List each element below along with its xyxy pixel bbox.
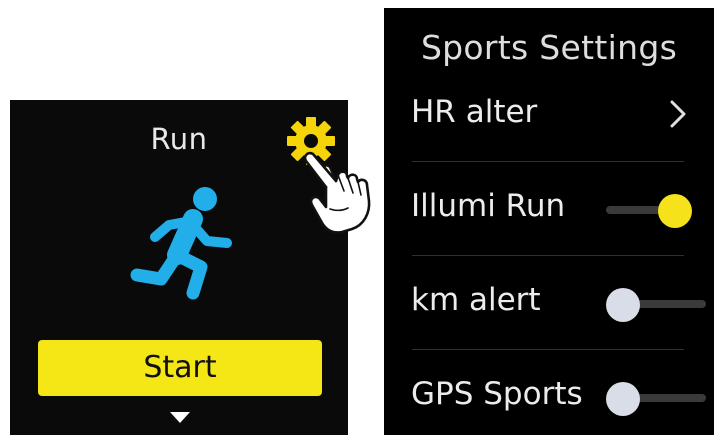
setting-label-gps-sports: GPS Sports [411, 376, 583, 412]
row-divider [412, 255, 684, 256]
chevron-right-icon [670, 100, 686, 128]
setting-label-km-alert: km alert [411, 282, 541, 318]
row-divider [412, 349, 684, 350]
setting-row-illumi-run[interactable]: Illumi Run [384, 164, 714, 256]
toggle-knob [606, 382, 640, 416]
triangle-down-icon[interactable] [170, 409, 190, 423]
setting-label-hr-alter: HR alter [411, 94, 538, 130]
settings-title: Sports Settings [420, 28, 678, 67]
gps-sports-toggle[interactable] [606, 382, 706, 416]
setting-row-hr-alter[interactable]: HR alter [384, 70, 714, 162]
pointing-hand-icon [292, 145, 384, 237]
sports-settings-screen: Sports Settings HR alter Illumi Run km a… [384, 8, 714, 435]
setting-row-gps-sports[interactable]: GPS Sports [384, 352, 714, 435]
setting-label-illumi-run: Illumi Run [411, 188, 566, 224]
km-alert-toggle[interactable] [606, 288, 706, 322]
row-divider [412, 161, 684, 162]
tutorial-canvas: Run Start Sports Settings HR alter Illum… [0, 0, 714, 435]
toggle-knob [606, 288, 640, 322]
toggle-knob [658, 194, 692, 228]
start-button[interactable]: Start [38, 340, 322, 396]
illumi-run-toggle[interactable] [606, 194, 696, 228]
running-figure-icon [123, 185, 247, 309]
setting-row-km-alert[interactable]: km alert [384, 258, 714, 350]
